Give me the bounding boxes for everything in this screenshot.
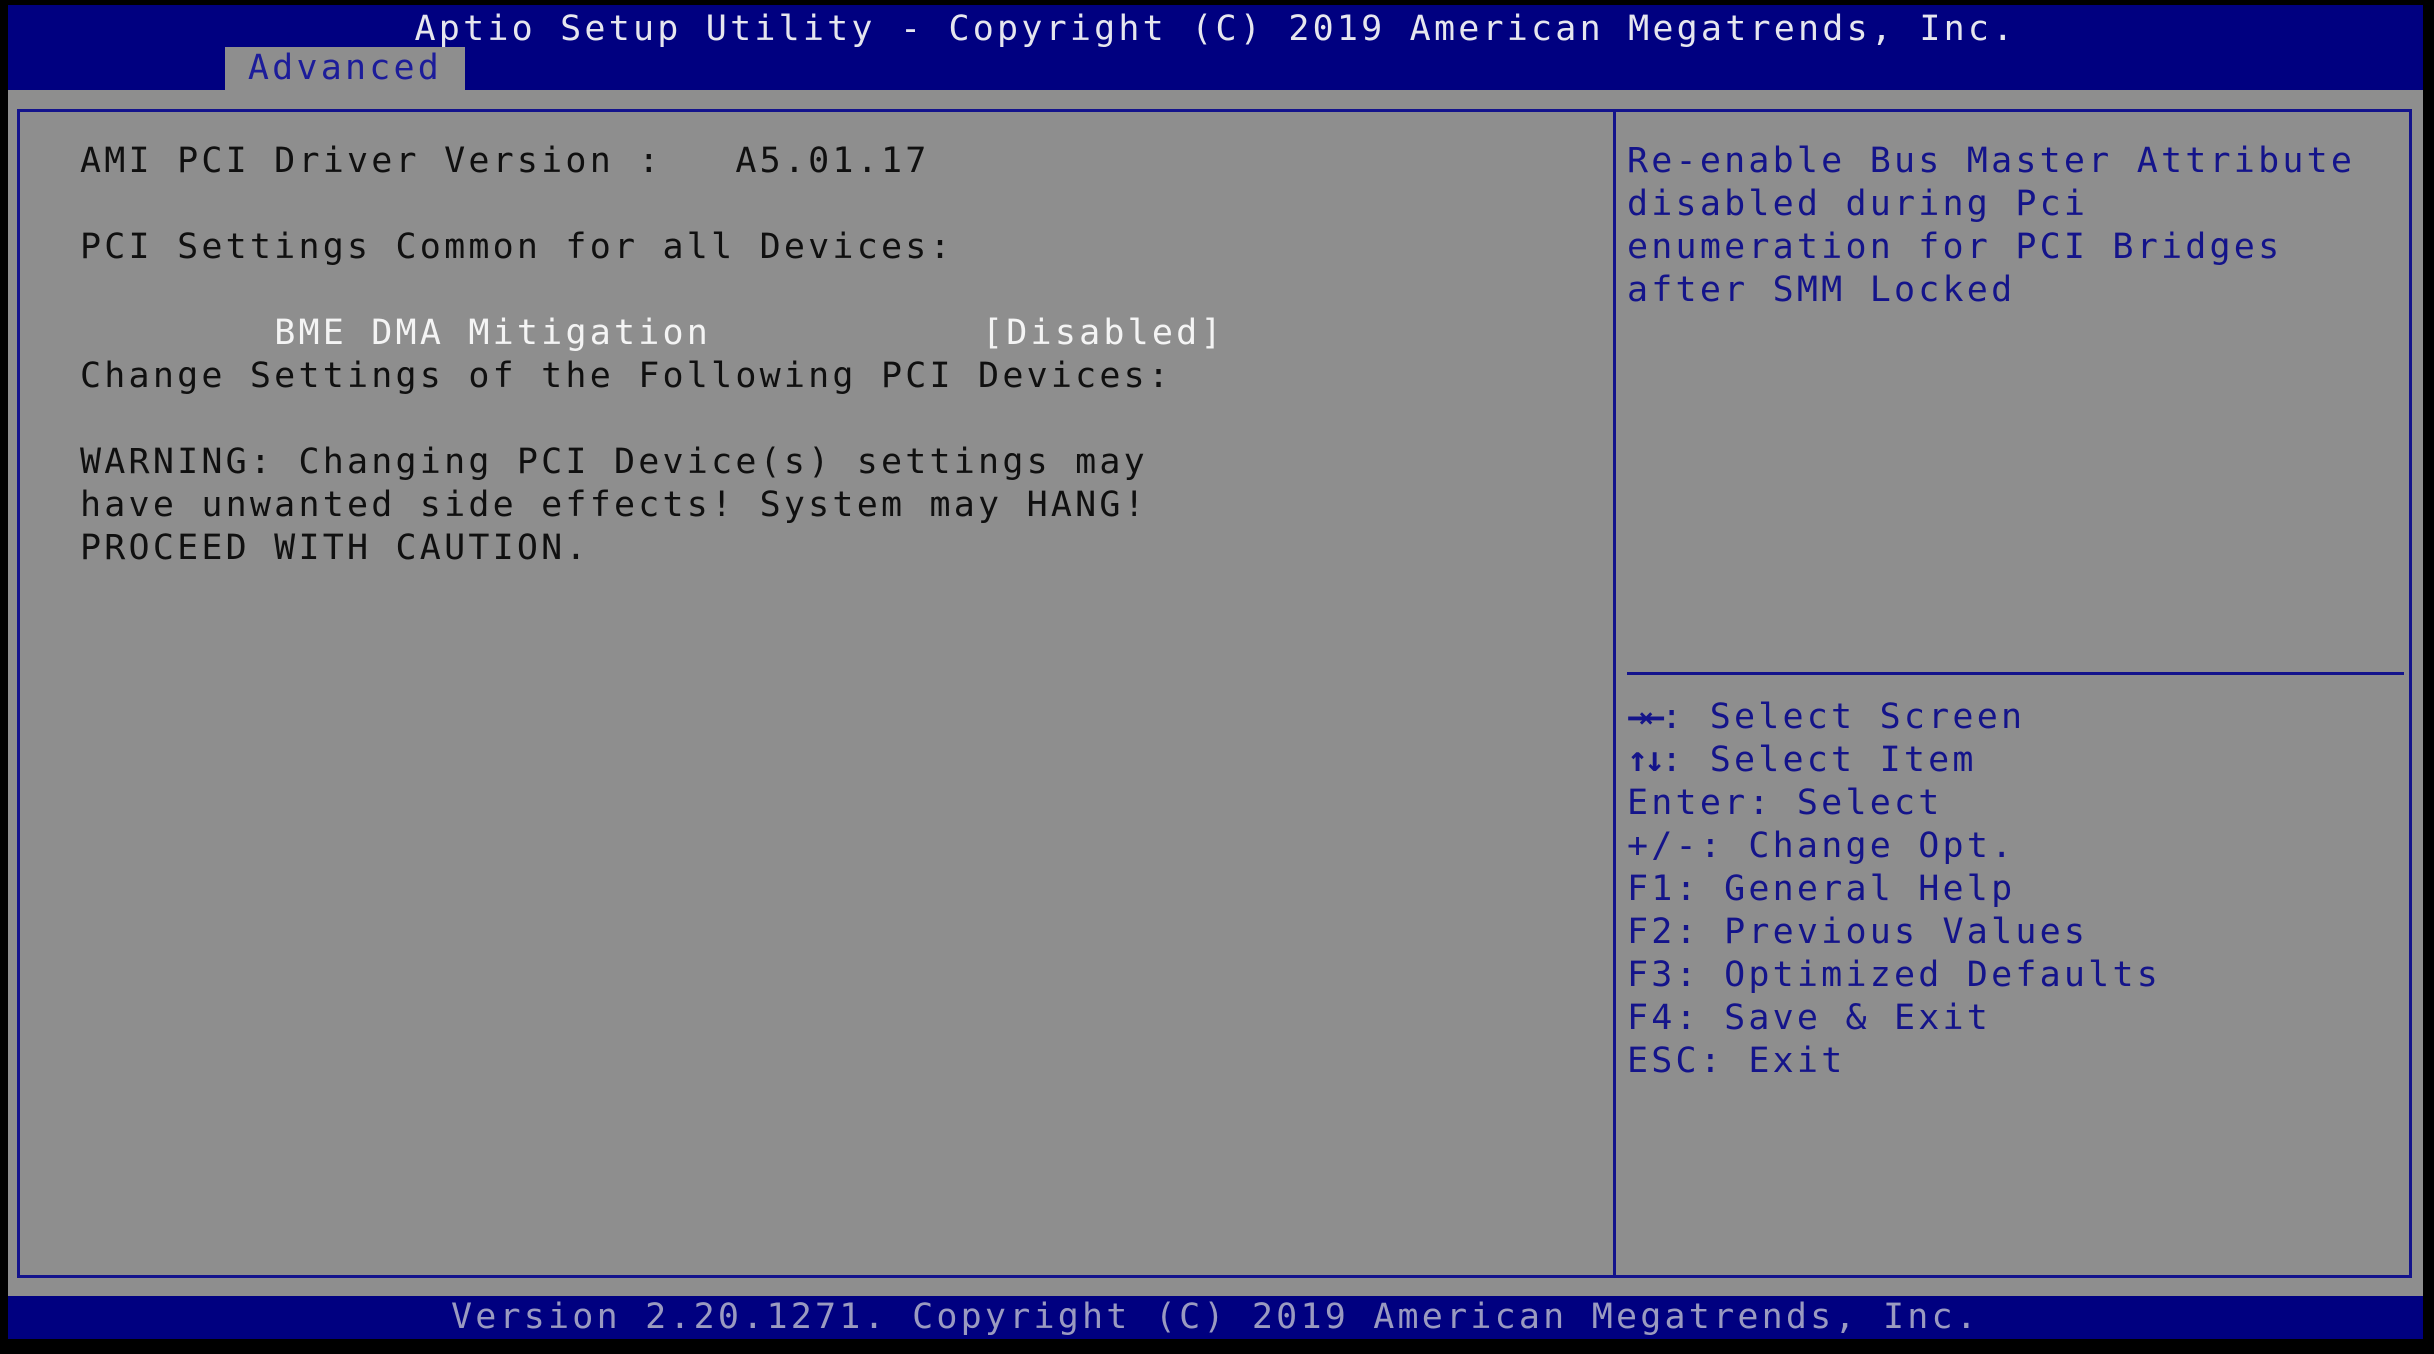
- header-title: Aptio Setup Utility - Copyright (C) 2019…: [414, 9, 2017, 49]
- panel-divider: [1613, 112, 1616, 1275]
- key-separator: :: [1699, 1041, 1749, 1081]
- help-line: disabled during Pci: [1627, 184, 2089, 224]
- key-hint-select-screen: →←: Select Screen: [1627, 696, 2397, 739]
- tab-advanced[interactable]: Advanced: [225, 47, 465, 90]
- driver-version-line: AMI PCI Driver Version : A5.01.17: [80, 141, 930, 181]
- key-action: Save & Exit: [1724, 998, 1992, 1038]
- key-separator: :: [1675, 998, 1725, 1038]
- up-down-arrows-icon: ↑↓: [1627, 740, 1665, 780]
- help-line: after SMM Locked: [1627, 270, 2016, 310]
- key-action: General Help: [1724, 869, 2016, 909]
- section-heading-devices: Change Settings of the Following PCI Dev…: [80, 356, 1173, 396]
- key-action: Select Screen: [1709, 697, 2026, 737]
- key-hint-enter: Enter: Select: [1627, 782, 2397, 825]
- bios-screen: Aptio Setup Utility - Copyright (C) 2019…: [8, 5, 2423, 1339]
- key-separator: :: [1675, 869, 1725, 909]
- key-hint-esc: ESC: Exit: [1627, 1040, 2397, 1083]
- header-bar: Aptio Setup Utility - Copyright (C) 2019…: [8, 5, 2423, 90]
- key-hint-f2: F2: Previous Values: [1627, 911, 2397, 954]
- main-panel: AMI PCI Driver Version : A5.01.17 PCI Se…: [17, 109, 2412, 1278]
- key-name: F1: [1627, 869, 1676, 909]
- key-hint-f1: F1: General Help: [1627, 868, 2397, 911]
- key-separator: :: [1675, 912, 1725, 952]
- key-separator: :: [1699, 826, 1749, 866]
- key-hint-f3: F3: Optimized Defaults: [1627, 954, 2397, 997]
- key-separator: :: [1748, 783, 1797, 823]
- setting-bme-dma-mitigation[interactable]: BME DMA Mitigation [Disabled]: [80, 269, 1580, 353]
- setting-label: BME DMA Mitigation: [274, 313, 712, 353]
- key-separator: :: [1661, 697, 1710, 737]
- help-line: Re-enable Bus Master Attribute: [1627, 141, 2356, 181]
- key-name: ESC: [1627, 1041, 1700, 1081]
- settings-list: AMI PCI Driver Version : A5.01.17 PCI Se…: [80, 140, 1580, 570]
- key-action: Previous Values: [1724, 912, 2089, 952]
- key-legend: →←: Select Screen ↑↓: Select Item Enter:…: [1627, 696, 2397, 1083]
- key-name: +/-: [1627, 826, 1700, 866]
- key-name: F3: [1627, 955, 1676, 995]
- key-hint-f4: F4: Save & Exit: [1627, 997, 2397, 1040]
- key-name: F2: [1627, 912, 1676, 952]
- help-line: enumeration for PCI Bridges: [1627, 227, 2283, 267]
- left-right-arrows-icon: →←: [1627, 697, 1665, 737]
- key-action: Select Item: [1709, 740, 1977, 780]
- key-action: Exit: [1748, 1041, 1846, 1081]
- footer-version-text: Version 2.20.1271. Copyright (C) 2019 Am…: [450, 1297, 1981, 1337]
- warning-line-3: PROCEED WITH CAUTION.: [80, 528, 590, 568]
- warning-line-2: have unwanted side effects! System may H…: [80, 485, 1148, 525]
- key-name: F4: [1627, 998, 1676, 1038]
- help-description: Re-enable Bus Master Attribute disabled …: [1627, 140, 2397, 312]
- key-action: Change Opt.: [1748, 826, 2016, 866]
- key-action: Select: [1796, 783, 1943, 823]
- key-hint-select-item: ↑↓: Select Item: [1627, 739, 2397, 782]
- key-name: Enter: [1627, 783, 1749, 823]
- setting-value-disabled[interactable]: [Disabled]: [982, 312, 1225, 355]
- warning-line-1: WARNING: Changing PCI Device(s) settings…: [80, 442, 1148, 482]
- help-divider: [1627, 672, 2404, 675]
- key-hint-change-opt: +/-: Change Opt.: [1627, 825, 2397, 868]
- footer-bar: Version 2.20.1271. Copyright (C) 2019 Am…: [8, 1296, 2423, 1339]
- key-action: Optimized Defaults: [1724, 955, 2161, 995]
- key-separator: :: [1675, 955, 1725, 995]
- key-separator: :: [1661, 740, 1710, 780]
- section-heading-common: PCI Settings Common for all Devices:: [80, 227, 954, 267]
